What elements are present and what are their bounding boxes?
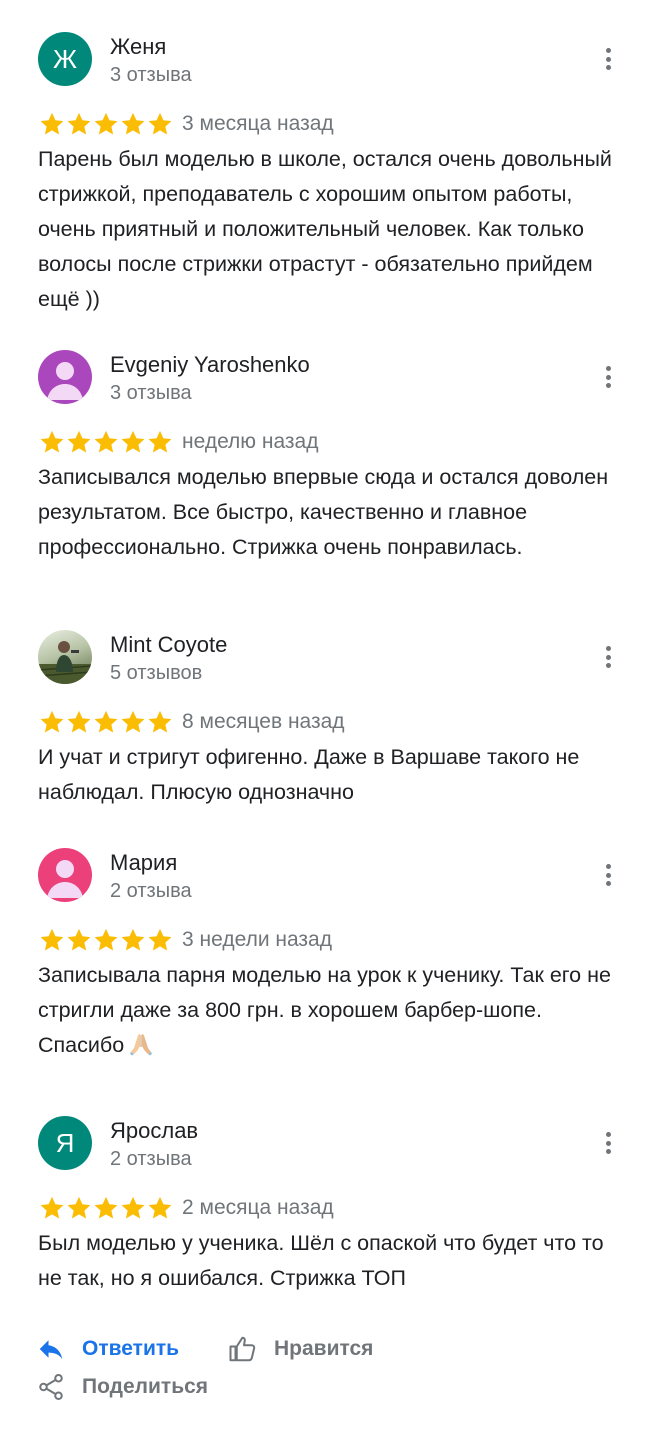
star-icon (65, 926, 93, 954)
review-date: 2 месяца назад (182, 1196, 334, 1219)
star-icon (119, 1194, 147, 1222)
rating-line: неделю назад (38, 428, 319, 456)
reply-icon (39, 1340, 63, 1359)
avatar[interactable]: Ж (38, 32, 92, 86)
reviewer-name[interactable]: Evgeniy Yaroshenko (110, 352, 310, 378)
more-options-icon[interactable] (598, 860, 618, 890)
star-rating (38, 428, 173, 456)
star-icon (119, 428, 147, 456)
star-icon (38, 110, 66, 138)
review-text: Записывала парня моделью на урок к учени… (38, 963, 611, 1057)
more-options-icon[interactable] (598, 642, 618, 672)
star-icon (119, 708, 147, 736)
reviewer-name[interactable]: Ярослав (110, 1118, 198, 1144)
star-icon (146, 926, 174, 954)
rating-line: 8 месяцев назад (38, 708, 345, 736)
star-icon (38, 428, 66, 456)
review-date: 3 месяца назад (182, 112, 334, 135)
review-count: 3 отзыва (110, 382, 192, 404)
like-label: Нравится (274, 1337, 374, 1360)
star-icon (92, 708, 120, 736)
like-button[interactable]: Нравится (228, 1334, 373, 1364)
star-icon (38, 708, 66, 736)
avatar[interactable] (38, 350, 92, 404)
review-text: Парень был моделью в школе, остался очен… (38, 147, 612, 311)
avatar[interactable] (38, 630, 92, 684)
person-icon (38, 350, 92, 404)
thumb-up-icon (229, 1336, 256, 1362)
review-date: неделю назад (182, 430, 319, 453)
star-icon (146, 110, 174, 138)
review-count: 3 отзыва (110, 64, 192, 86)
share-button[interactable]: Поделиться (36, 1372, 208, 1402)
avatar-letter: Я (55, 1127, 75, 1158)
star-rating (38, 926, 173, 954)
reply-button[interactable]: Ответить (36, 1334, 179, 1364)
more-options-icon[interactable] (598, 362, 618, 392)
reviewer-name[interactable]: Mint Coyote (110, 632, 227, 658)
star-rating (38, 708, 173, 736)
share-icon (39, 1374, 63, 1400)
rating-line: 3 недели назад (38, 926, 332, 954)
person-icon (38, 848, 92, 902)
review-count: 2 отзыва (110, 880, 192, 902)
star-icon (92, 428, 120, 456)
avatar[interactable]: Я (38, 1116, 92, 1170)
star-icon (92, 926, 120, 954)
star-icon (119, 110, 147, 138)
star-icon (65, 428, 93, 456)
review-date: 8 месяцев назад (182, 710, 345, 733)
star-icon (38, 1194, 66, 1222)
review-actions: Ответить Нравится Поделиться (0, 1326, 662, 1436)
avatar[interactable] (38, 848, 92, 902)
star-rating (38, 110, 173, 138)
star-icon (65, 110, 93, 138)
share-label: Поделиться (82, 1375, 209, 1398)
star-icon (146, 708, 174, 736)
rating-line: 2 месяца назад (38, 1194, 334, 1222)
more-options-icon[interactable] (598, 1128, 618, 1158)
more-options-icon[interactable] (598, 44, 618, 74)
star-icon (92, 1194, 120, 1222)
review-text: И учат и стригут офигенно. Даже в Варшав… (38, 745, 580, 804)
review-count: 2 отзыва (110, 1148, 192, 1170)
reply-label: Ответить (82, 1337, 180, 1360)
star-icon (65, 1194, 93, 1222)
review-count: 5 отзывов (110, 662, 203, 684)
star-icon (146, 428, 174, 456)
review-text: Был моделью у ученика. Шёл с опаской что… (38, 1231, 604, 1290)
star-icon (119, 926, 147, 954)
reviewer-name[interactable]: Мария (110, 850, 177, 876)
star-icon (38, 926, 66, 954)
review-date: 3 недели назад (182, 928, 332, 951)
star-rating (38, 1194, 173, 1222)
avatar-letter: Ж (52, 43, 77, 74)
reviewer-name[interactable]: Женя (110, 34, 166, 60)
review-text: Записывался моделью впервые сюда и остал… (38, 465, 609, 559)
folded-hands-emoji (128, 1032, 154, 1067)
review-text-container: Записывала парня моделью на урок к учени… (38, 958, 628, 1067)
star-icon (146, 1194, 174, 1222)
star-icon (65, 708, 93, 736)
rating-line: 3 месяца назад (38, 110, 334, 138)
profile-photo (38, 641, 92, 684)
star-icon (92, 110, 120, 138)
